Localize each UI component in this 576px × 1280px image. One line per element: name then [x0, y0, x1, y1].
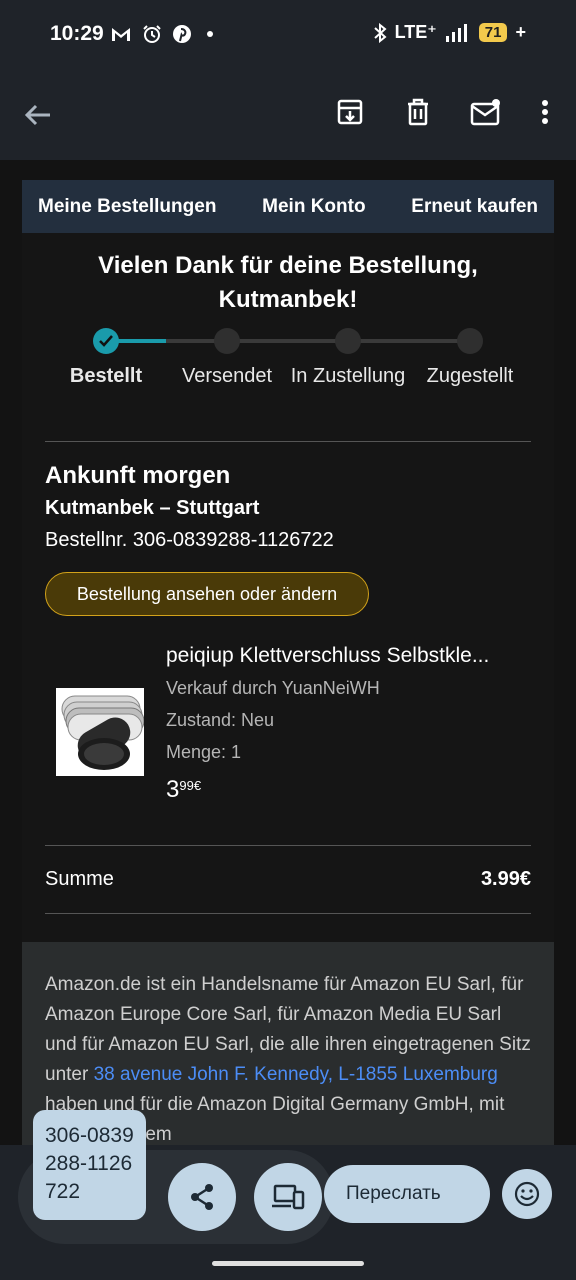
gmail-icon — [112, 28, 130, 41]
notification-icons — [110, 24, 218, 44]
product-item[interactable]: peiqiup Klettverschluss Selbstkle... Ver… — [45, 640, 535, 820]
battery-icon: 71 — [478, 23, 508, 42]
step-label-out-for-delivery: In Zustellung — [290, 365, 406, 387]
step-label-shipped: Versendet — [181, 365, 273, 387]
shipment-tracker: Bestellt Versendet In Zustellung Zugeste… — [22, 328, 554, 428]
forward-button[interactable]: Переслать — [324, 1165, 490, 1223]
product-condition: Zustand: Neu — [166, 710, 275, 730]
order-number: Bestellnr. 306-0839288-1126722 — [45, 529, 334, 551]
recipient: Kutmanbek – Stuttgart — [45, 497, 260, 519]
alarm-icon — [143, 25, 161, 43]
product-info: peiqiup Klettverschluss Selbstkle... Ver… — [166, 640, 536, 804]
price-main: 3 — [166, 776, 180, 803]
mark-unread-icon[interactable] — [470, 98, 502, 126]
divider — [45, 913, 531, 914]
nav-buy-again[interactable]: Erneut kaufen — [411, 196, 538, 218]
status-bar: 10:29 LTE⁺ 71 + — [0, 0, 576, 72]
bluetooth-icon — [373, 22, 387, 43]
arrival-title: Ankunft morgen — [45, 462, 231, 489]
step-dot-out-for-delivery — [335, 328, 361, 354]
nav-my-orders[interactable]: Meine Bestellungen — [38, 196, 216, 218]
amazon-email-card: Meine Bestellungen Mein Konto Erneut kau… — [22, 180, 554, 1145]
send-to-device-button[interactable] — [254, 1163, 322, 1231]
product-seller: Verkauf durch YuanNeiWH — [166, 678, 380, 698]
divider — [45, 845, 531, 846]
velcro-strips-image — [61, 695, 144, 770]
more-vert-icon[interactable] — [540, 98, 550, 126]
emoji-icon — [514, 1181, 540, 1207]
signal-icon — [445, 23, 467, 42]
email-body[interactable]: Meine Bestellungen Mein Konto Erneut kau… — [0, 160, 576, 1145]
thank-you-heading: Vielen Dank für deine Bestellung, Kutman… — [98, 252, 478, 313]
delete-icon[interactable] — [405, 98, 431, 126]
devices-icon — [272, 1184, 305, 1210]
system-icons: LTE⁺ 71 + — [373, 22, 526, 43]
step-dot-shipped — [214, 328, 240, 354]
arrival-info: Ankunft morgen Kutmanbek – Stuttgart Bes… — [45, 460, 535, 556]
check-icon — [99, 335, 113, 347]
address-link[interactable]: 38 avenue John F. Kennedy, L-1855 Luxemb… — [94, 1064, 498, 1085]
total-label: Summe — [45, 868, 114, 890]
back-arrow-icon[interactable] — [22, 100, 54, 130]
product-price: 399€ — [166, 776, 536, 804]
network-type: LTE⁺ — [394, 22, 437, 42]
step-label-ordered: Bestellt — [69, 365, 143, 387]
price-cents: 99€ — [179, 778, 202, 793]
dot-icon — [207, 31, 213, 37]
product-quantity: Menge: 1 — [166, 742, 242, 762]
status-time: 10:29 — [50, 22, 104, 45]
home-indicator[interactable] — [212, 1261, 364, 1266]
total-value: 3.99€ — [480, 868, 531, 890]
step-dot-ordered — [93, 328, 119, 354]
product-image[interactable] — [56, 688, 144, 776]
email-app-bar — [0, 72, 576, 160]
charging-plus: + — [515, 22, 526, 42]
step-dot-delivered — [457, 328, 483, 354]
divider — [45, 441, 531, 442]
product-name[interactable]: peiqiup Klettverschluss Selbstkle... — [166, 640, 536, 672]
share-icon — [191, 1184, 213, 1210]
share-button[interactable] — [168, 1163, 236, 1231]
amazon-top-nav: Meine Bestellungen Mein Konto Erneut kau… — [22, 180, 554, 233]
archive-icon[interactable] — [336, 98, 364, 126]
order-total: Summe 3.99€ — [45, 868, 531, 891]
pinterest-icon — [173, 25, 191, 43]
copy-order-number-chip[interactable]: 306-0839288-1126722 — [33, 1110, 146, 1220]
emoji-reaction-button[interactable] — [502, 1169, 552, 1219]
step-label-delivered: Zugestellt — [426, 365, 514, 387]
view-or-change-order-button[interactable]: Bestellung ansehen oder ändern — [45, 572, 369, 616]
nav-my-account[interactable]: Mein Konto — [262, 196, 365, 218]
